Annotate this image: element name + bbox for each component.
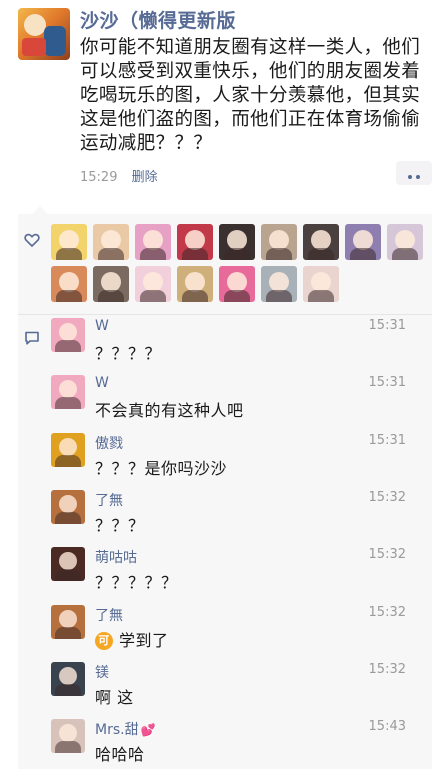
divider <box>18 314 432 315</box>
comment-text-content: ？？？？ <box>95 344 162 363</box>
commenter-avatar[interactable] <box>51 547 85 582</box>
commenter-avatar[interactable] <box>51 661 85 696</box>
commenter-name[interactable]: 傲戮 <box>95 433 123 453</box>
commenter-name[interactable]: 了無 <box>95 605 123 625</box>
sticker-emoji-icon: 可 <box>95 632 113 650</box>
comment-row[interactable]: 镁 15:32 啊 这 <box>51 661 431 712</box>
heart-outline-icon <box>24 233 40 248</box>
liker-avatar[interactable] <box>219 224 255 260</box>
comment-time: 15:32 <box>368 489 406 505</box>
liker-avatar[interactable] <box>261 266 297 302</box>
comment-text-content: 不会真的有这种人吧 <box>95 401 244 421</box>
post-content: 你可能不知道朋友圈有这样一类人，他们 可以感受到双重快乐，他们的朋友圈发着 吃喝… <box>80 36 430 156</box>
comment-time: 15:31 <box>368 432 406 448</box>
liker-avatar[interactable] <box>93 266 129 302</box>
post-line: 你可能不知道朋友圈有这样一类人，他们 <box>80 37 421 58</box>
comment-row[interactable]: Mrs.甜 💕 15:43 哈哈哈 <box>51 719 431 769</box>
comment-text-content: ？？？是你吗沙沙 <box>95 458 228 478</box>
comment-text: ？？？是你吗沙沙 <box>95 455 227 479</box>
post-time: 15:29 <box>80 170 118 185</box>
commenter-name[interactable]: W <box>95 375 109 391</box>
comment-time: 15:43 <box>368 719 406 735</box>
comment-time: 15:32 <box>368 547 406 563</box>
commenter-name[interactable]: W <box>95 318 109 334</box>
comment-time: 15:31 <box>368 375 406 391</box>
commenter-name[interactable]: 萌咕咕 <box>95 547 137 567</box>
commenter-avatar[interactable] <box>51 489 85 524</box>
comment-row[interactable]: 傲戮 15:31 ？？？是你吗沙沙 <box>51 432 431 483</box>
post-meta: 15:29 删除 <box>80 166 158 185</box>
liker-avatar[interactable] <box>177 266 213 302</box>
commenter-name[interactable]: 了無 <box>95 490 123 510</box>
liker-avatar[interactable] <box>135 266 171 302</box>
comment-text: 不会真的有这种人吧 <box>95 397 244 421</box>
comment-row[interactable]: W 15:31 不会真的有这种人吧 <box>51 375 431 425</box>
comment-text-content: 哈哈哈 <box>95 745 145 765</box>
comment-row[interactable]: 了無 15:32 ？？？ <box>51 489 431 540</box>
heart-badge-icon: 💕 <box>140 723 156 738</box>
comment-time: 15:32 <box>368 604 406 620</box>
comment-text-content: ？？？ <box>95 515 145 535</box>
liker-avatar[interactable] <box>345 224 381 260</box>
commenter-name[interactable]: 镁 <box>95 662 109 682</box>
comment-bubble-icon <box>25 331 39 345</box>
commenter-avatar[interactable] <box>51 432 85 467</box>
liker-avatar[interactable] <box>387 224 423 260</box>
post-line: 运动减肥？？？ <box>80 133 213 154</box>
liker-avatar[interactable] <box>303 266 339 302</box>
liker-avatar[interactable] <box>219 266 255 302</box>
post-line: 可以感受到双重快乐，他们的朋友圈发着 <box>80 61 421 82</box>
comment-row[interactable]: 萌咕咕 15:32 ？？？？？ <box>51 547 431 597</box>
liker-avatar[interactable] <box>93 224 129 260</box>
comment-text: 可学到了 <box>95 627 169 651</box>
author-name[interactable]: 沙沙（懒得更新版 <box>80 6 236 33</box>
liker-avatar[interactable] <box>261 224 297 260</box>
more-dots-icon <box>406 164 422 183</box>
author-avatar[interactable] <box>18 8 70 60</box>
interactions-panel: W 15:31 ？？？？ W 15:31 不会真的有这种人吧 傲戮 15:31 ？？？是你吗沙沙… <box>18 206 432 769</box>
comment-row[interactable]: 了無 15:32 可学到了 <box>51 604 431 655</box>
delete-link[interactable]: 删除 <box>132 170 158 185</box>
comment-row[interactable]: W 15:31 ？？？？ <box>51 318 431 368</box>
more-actions-button[interactable] <box>396 161 432 185</box>
liker-avatar[interactable] <box>303 224 339 260</box>
comment-text: 哈哈哈 <box>95 741 145 765</box>
comment-text-content: ？？？？？ <box>95 573 178 593</box>
commenter-avatar[interactable] <box>51 318 85 352</box>
comment-text: ？？？ <box>95 512 145 536</box>
commenter-avatar[interactable] <box>51 375 85 410</box>
comment-text-content: 啊 这 <box>95 687 134 707</box>
comment-text: ？？？？ <box>95 340 161 364</box>
post-line: 这是他们盗的图，而他们正在体育场偷偷 <box>80 109 421 130</box>
liker-avatar[interactable] <box>177 224 213 260</box>
post-line: 吃喝玩乐的图，人家十分羡慕他，但其实 <box>80 85 421 106</box>
comment-time: 15:31 <box>368 318 406 333</box>
commenter-avatar[interactable] <box>51 719 85 754</box>
comment-text: ？？？？？ <box>95 569 178 593</box>
comment-text-content: 学到了 <box>119 630 169 650</box>
comment-time: 15:32 <box>368 661 406 677</box>
liker-avatar[interactable] <box>135 224 171 260</box>
comment-text: 啊 这 <box>95 684 134 708</box>
commenter-name[interactable]: Mrs.甜 💕 <box>95 719 156 739</box>
commenter-avatar[interactable] <box>51 604 85 639</box>
liker-avatar[interactable] <box>51 224 87 260</box>
liker-avatar[interactable] <box>51 266 87 302</box>
moments-post: 沙沙（懒得更新版 你可能不知道朋友圈有这样一类人，他们 可以感受到双重快乐，他们… <box>0 0 444 200</box>
